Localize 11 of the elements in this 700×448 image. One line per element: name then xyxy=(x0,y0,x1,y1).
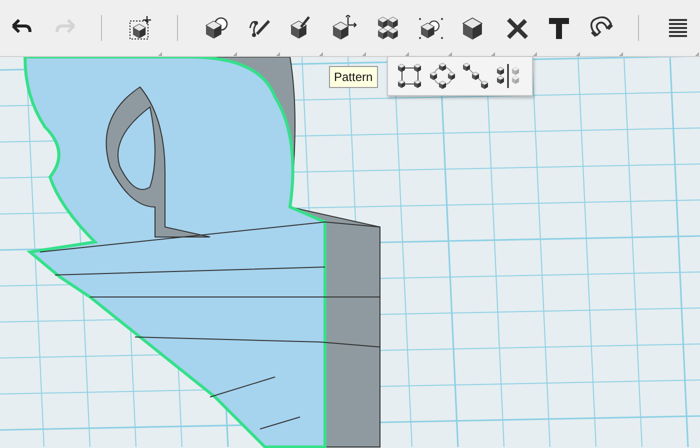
circular-pattern-button[interactable] xyxy=(429,62,458,90)
cube-sphere-group-icon xyxy=(418,15,444,41)
3d-model-drawing[interactable] xyxy=(24,57,380,448)
rectangular-pattern-icon xyxy=(396,62,424,90)
cube-move-icon xyxy=(128,15,154,41)
tooltip: Pattern xyxy=(329,66,378,88)
circular-pattern-icon xyxy=(429,62,457,90)
cube-axes-icon xyxy=(332,15,358,41)
path-pattern-button[interactable] xyxy=(462,62,491,90)
path-pattern-icon xyxy=(462,62,490,90)
cube-sphere-icon xyxy=(204,15,230,41)
